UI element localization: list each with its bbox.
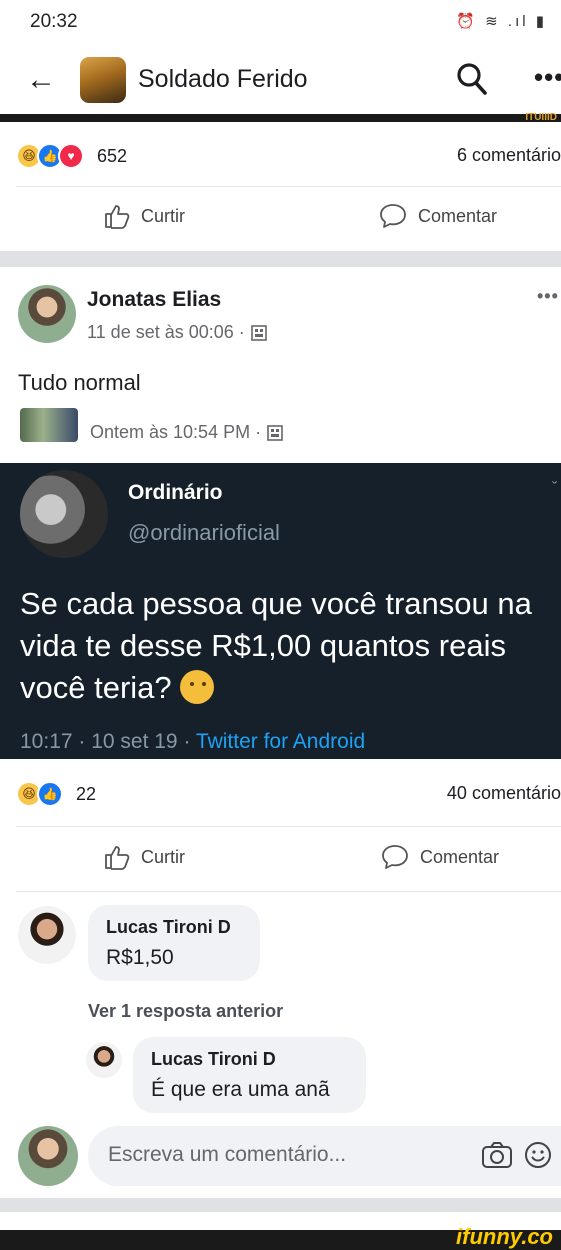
watermark-bar: ifunny.co <box>0 1224 561 1250</box>
thumbs-up-icon <box>105 205 130 229</box>
banner-text: ITUIIID <box>525 112 557 123</box>
comment-input[interactable] <box>106 1142 470 1168</box>
tweet-avatar <box>20 470 108 558</box>
tweet-text-block: Se cada pessoa que você transou na vida … <box>20 583 560 709</box>
comment-button[interactable]: Comentar <box>380 843 499 871</box>
reaction-icons: 😆 👍 <box>16 781 63 807</box>
comment-text: R$1,50 <box>106 946 174 969</box>
love-reaction-icon: ♥ <box>58 143 84 169</box>
reply-bubble: Lucas Tironi D É que era uma anã <box>133 1037 366 1113</box>
previous-post-image-strip: ITUIIID <box>0 112 561 123</box>
status-bar: 20:32 ⏰ ≋ .ıl ▮ <box>0 0 561 48</box>
reaction-summary[interactable]: 😆 👍 ♥ 652 <box>16 143 127 169</box>
reaction-summary[interactable]: 😆 👍 22 <box>16 781 96 807</box>
comment-bubble: Lucas Tironi D R$1,50 <box>88 905 260 981</box>
like-reaction-icon: 👍 <box>37 781 63 807</box>
thinking-face-icon <box>180 670 215 704</box>
back-arrow-icon[interactable]: ← <box>26 60 56 100</box>
status-time: 20:32 <box>30 11 78 32</box>
commenter-avatar[interactable] <box>18 906 76 964</box>
post-meta: 11 de set às 00:06 · <box>87 322 267 343</box>
audience-icon <box>250 324 267 341</box>
replier-name[interactable]: Lucas Tironi D <box>151 1049 276 1070</box>
author-avatar[interactable] <box>18 285 76 343</box>
reaction-icons: 😆 👍 ♥ <box>16 143 84 169</box>
tweet-time: 10:17 · 10 set 19 · <box>20 730 191 753</box>
reply-text: É que era uma anã <box>151 1078 330 1101</box>
shared-thumbnail[interactable] <box>20 408 78 442</box>
view-previous-replies[interactable]: Ver 1 resposta anterior <box>88 1001 283 1022</box>
like-button[interactable]: Curtir <box>103 202 185 230</box>
like-button[interactable]: Curtir <box>103 843 185 871</box>
reaction-count: 652 <box>97 145 128 166</box>
like-label: Curtir <box>141 205 185 226</box>
feed-separator <box>0 251 561 267</box>
post-options-icon[interactable]: ••• <box>537 286 559 307</box>
comment-button[interactable]: Comentar <box>378 202 497 230</box>
search-icon[interactable] <box>456 62 488 101</box>
feed-separator <box>0 1198 561 1212</box>
tweet-handle: @ordinarioficial <box>128 520 280 545</box>
shared-timestamp[interactable]: Ontem às 10:54 PM · <box>90 422 261 443</box>
emoji-icon[interactable] <box>524 1141 552 1169</box>
status-icons: ⏰ ≋ .ıl ▮ <box>456 13 547 30</box>
divider <box>16 826 561 827</box>
tweet-author-name: Ordinário <box>128 481 223 504</box>
reaction-count: 22 <box>76 783 97 804</box>
post-text: Tudo normal <box>18 370 141 395</box>
camera-icon[interactable] <box>481 1141 513 1169</box>
comment-bubble-icon <box>382 845 408 869</box>
like-label: Curtir <box>141 846 185 867</box>
shared-meta: Ontem às 10:54 PM · <box>90 422 283 443</box>
divider <box>16 891 561 892</box>
comment-count[interactable]: 40 comentário <box>447 783 561 804</box>
chevron-down-icon: ˇ <box>552 480 558 497</box>
comment-bubble-icon <box>380 204 406 228</box>
comment-label: Comentar <box>420 846 500 867</box>
my-avatar <box>18 1126 78 1186</box>
author-name[interactable]: Jonatas Elias <box>87 288 221 312</box>
page-avatar[interactable] <box>80 57 126 103</box>
tweet-meta: 10:17 · 10 set 19 · Twitter for Android <box>20 730 365 754</box>
watermark: ifunny.co <box>456 1224 553 1249</box>
comment-count[interactable]: 6 comentário <box>457 145 561 166</box>
commenter-name[interactable]: Lucas Tironi D <box>106 917 231 938</box>
audience-icon <box>267 424 283 441</box>
comment-composer[interactable] <box>88 1126 561 1186</box>
replier-avatar[interactable] <box>86 1042 122 1078</box>
tweet-source: Twitter for Android <box>195 730 366 753</box>
more-options-icon[interactable]: ••• <box>534 62 561 93</box>
thumbs-up-icon <box>105 846 130 870</box>
divider <box>16 186 561 187</box>
page-title[interactable]: Soldado Ferido <box>138 65 308 94</box>
post-timestamp[interactable]: 11 de set às 00:06 · <box>87 322 245 343</box>
comment-label: Comentar <box>418 205 498 226</box>
tweet-text: Se cada pessoa que você transou na vida … <box>20 586 532 705</box>
app-bar: ← Soldado Ferido ••• <box>0 48 561 114</box>
